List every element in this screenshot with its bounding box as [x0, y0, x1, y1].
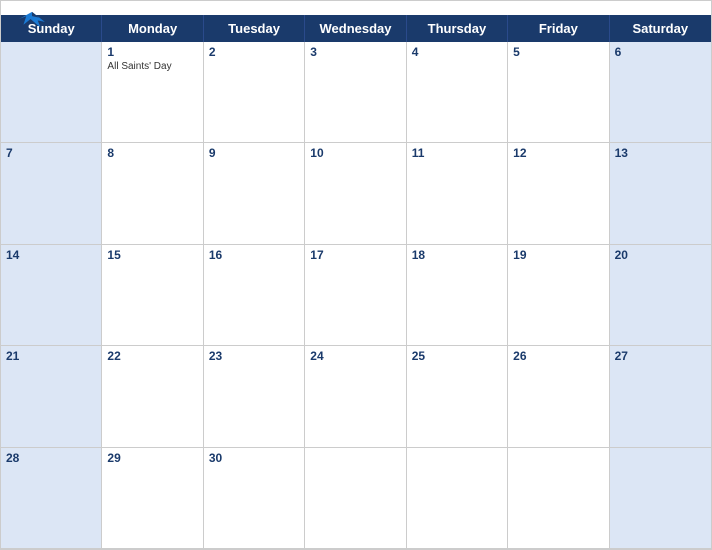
calendar-cell: [610, 448, 711, 549]
day-number: 19: [513, 248, 603, 262]
calendar-cell: 30: [204, 448, 305, 549]
day-number: 26: [513, 349, 603, 363]
calendar-cell: 14: [1, 245, 102, 346]
day-number: 11: [412, 146, 502, 160]
day-number: 29: [107, 451, 197, 465]
calendar-cell: [407, 448, 508, 549]
calendar-grid: 1All Saints' Day234567891011121314151617…: [1, 42, 711, 549]
header-saturday: Saturday: [610, 15, 711, 42]
calendar-cell: 28: [1, 448, 102, 549]
calendar-cell: 23: [204, 346, 305, 447]
calendar-header: [1, 1, 711, 15]
header-monday: Monday: [102, 15, 203, 42]
calendar-cell: 29: [102, 448, 203, 549]
calendar-cell: [508, 448, 609, 549]
calendar-cell: 2: [204, 42, 305, 143]
day-number: 14: [6, 248, 96, 262]
event-label: All Saints' Day: [107, 61, 197, 72]
calendar-cell: [305, 448, 406, 549]
calendar-cell: 15: [102, 245, 203, 346]
day-headers: Sunday Monday Tuesday Wednesday Thursday…: [1, 15, 711, 42]
calendar-cell: [1, 42, 102, 143]
calendar-cell: 10: [305, 143, 406, 244]
calendar-cell: 1 All Saints' Day: [102, 42, 203, 143]
calendar-container: Sunday Monday Tuesday Wednesday Thursday…: [0, 0, 712, 550]
day-number: 3: [310, 45, 400, 59]
day-number: 4: [412, 45, 502, 59]
day-number: 15: [107, 248, 197, 262]
day-number: 12: [513, 146, 603, 160]
header-tuesday: Tuesday: [204, 15, 305, 42]
calendar-cell: 13: [610, 143, 711, 244]
calendar-cell: 3: [305, 42, 406, 143]
header-friday: Friday: [508, 15, 609, 42]
day-number: 10: [310, 146, 400, 160]
calendar-cell: 7: [1, 143, 102, 244]
day-number: 9: [209, 146, 299, 160]
day-number: 8: [107, 146, 197, 160]
calendar-cell: 5: [508, 42, 609, 143]
calendar-cell: 6: [610, 42, 711, 143]
day-number: 18: [412, 248, 502, 262]
calendar-cell: 17: [305, 245, 406, 346]
calendar-cell: 8: [102, 143, 203, 244]
calendar-cell: 18: [407, 245, 508, 346]
calendar-cell: 19: [508, 245, 609, 346]
day-number: 23: [209, 349, 299, 363]
calendar-cell: 9: [204, 143, 305, 244]
calendar-cell: 11: [407, 143, 508, 244]
day-number: 30: [209, 451, 299, 465]
calendar-cell: 26: [508, 346, 609, 447]
day-number: 27: [615, 349, 706, 363]
logo-icon: [17, 9, 47, 29]
logo: [17, 9, 47, 29]
day-number: 17: [310, 248, 400, 262]
day-number: 28: [6, 451, 96, 465]
day-number: 7: [6, 146, 96, 160]
calendar-cell: 22: [102, 346, 203, 447]
day-number: 13: [615, 146, 706, 160]
calendar-cell: 16: [204, 245, 305, 346]
day-number: 1: [107, 45, 197, 59]
calendar-cell: 27: [610, 346, 711, 447]
day-number: 5: [513, 45, 603, 59]
day-number: 20: [615, 248, 706, 262]
calendar-cell: 21: [1, 346, 102, 447]
day-number: 6: [615, 45, 706, 59]
calendar-cell: 12: [508, 143, 609, 244]
calendar-cell: 20: [610, 245, 711, 346]
day-number: 22: [107, 349, 197, 363]
day-number: 2: [209, 45, 299, 59]
day-number: 24: [310, 349, 400, 363]
day-number: 25: [412, 349, 502, 363]
header-thursday: Thursday: [407, 15, 508, 42]
calendar-cell: 24: [305, 346, 406, 447]
calendar-cell: 4: [407, 42, 508, 143]
day-number: 21: [6, 349, 96, 363]
calendar-cell: 25: [407, 346, 508, 447]
header-wednesday: Wednesday: [305, 15, 406, 42]
day-number: 16: [209, 248, 299, 262]
